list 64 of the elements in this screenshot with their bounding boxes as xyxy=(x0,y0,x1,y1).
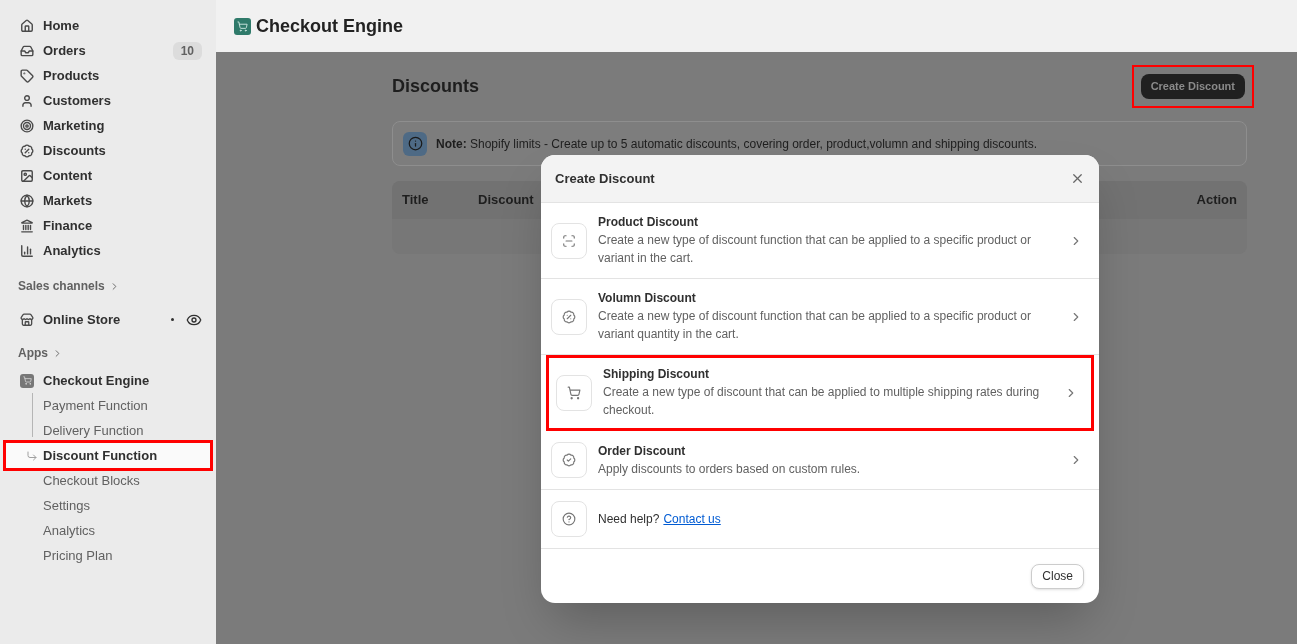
create-discount-button[interactable]: Create Discount xyxy=(1140,73,1245,99)
sidebar-item[interactable]: Marketing xyxy=(8,113,208,138)
option-title: Product Discount xyxy=(598,214,699,231)
sidebar-subitem[interactable]: Delivery Function xyxy=(8,418,208,443)
sidebar-item[interactable]: Products xyxy=(8,63,208,88)
sidebar-subitem[interactable]: Settings xyxy=(8,493,208,518)
column-header: Discount xyxy=(478,191,534,210)
option-title: Volumn Discount xyxy=(598,290,697,307)
percent-badge-icon xyxy=(551,298,587,335)
option-title: Order Discount xyxy=(598,442,687,460)
sidebar-item[interactable]: Checkout Engine xyxy=(8,368,208,393)
section-heading[interactable]: Sales channels xyxy=(8,276,208,296)
help-text: Need help? xyxy=(598,511,660,528)
image-icon xyxy=(20,168,34,183)
contact-link[interactable]: Contact us xyxy=(663,510,721,528)
info-icon xyxy=(403,131,427,156)
section-heading[interactable]: Apps xyxy=(8,343,208,363)
bank-icon xyxy=(20,218,34,233)
percent-badge-icon xyxy=(20,143,34,158)
modal-title: Create Discount xyxy=(555,169,655,188)
target-icon xyxy=(20,118,34,133)
discount-option[interactable]: Product Discount Create a new type of discount function that can be applied to a specific product or variant in the cart. xyxy=(541,203,1099,279)
option-title: Shipping Discount xyxy=(603,366,710,383)
sidebar-subitem[interactable]: Discount Function xyxy=(6,443,210,468)
option-description: Create a new type of discount function that can be applied to a specific product or variant in the cart. xyxy=(598,232,1032,267)
sidebar-item[interactable]: Analytics xyxy=(8,238,208,263)
column-header: Title xyxy=(402,191,430,210)
person-icon xyxy=(20,93,34,108)
discount-option[interactable]: Order Discount Apply discounts to orders based on custom rules. xyxy=(541,431,1099,490)
inbox-icon xyxy=(20,43,34,58)
count-badge: 10 xyxy=(172,41,202,60)
sidebar-subitem[interactable]: Checkout Blocks xyxy=(8,468,208,493)
sidebar-item[interactable]: Discounts xyxy=(8,138,208,163)
sidebar-item[interactable]: Markets xyxy=(8,188,208,213)
sidebar-item[interactable]: Online Store xyxy=(8,307,208,332)
sidebar-subitem[interactable]: Analytics xyxy=(8,518,208,543)
note-text: Note: Shopify limits - Create up to 5 automatic discounts, covering order, product,volumn and shipping discounts. xyxy=(436,135,1037,153)
globe-icon xyxy=(20,193,34,208)
option-description: Apply discounts to orders based on custom rules. xyxy=(598,460,862,478)
cart-icon xyxy=(556,374,592,411)
branch-arrow-icon xyxy=(26,449,38,462)
badge-icon xyxy=(551,442,587,478)
sidebar-item[interactable]: Orders 10 xyxy=(8,38,208,63)
option-description: Create a new type of discount function that can be applied to a specific product or variant quantity in the cart. xyxy=(598,308,1032,343)
sidebar-item[interactable]: Customers xyxy=(8,88,208,113)
sidebar-item[interactable]: Content xyxy=(8,163,208,188)
home-icon xyxy=(20,18,34,33)
sidebar-subitem[interactable]: Pricing Plan xyxy=(8,543,208,568)
sidebar-subitem[interactable]: Payment Function xyxy=(8,393,208,418)
discount-option[interactable]: Shipping Discount Create a new type of discount that can be applied to multiple shipping rates during checkout. xyxy=(546,355,1094,431)
option-description: Create a new type of discount that can be applied to multiple shipping rates during checkout. xyxy=(603,384,1041,419)
app-logo-icon xyxy=(20,373,34,388)
page-title: Discounts xyxy=(392,74,479,98)
store-icon xyxy=(20,312,34,327)
close-button[interactable]: Close xyxy=(1031,563,1084,589)
tag-icon xyxy=(20,68,34,83)
discount-option[interactable]: Volumn Discount Create a new type of discount function that can be applied to a specific product or variant quantity in the cart. xyxy=(541,279,1099,355)
help-icon xyxy=(551,501,587,537)
sidebar-item[interactable]: Finance xyxy=(8,213,208,238)
sidebar-item[interactable]: Home xyxy=(8,13,208,38)
bar-chart-icon xyxy=(20,243,34,258)
app-logo-icon xyxy=(234,17,251,35)
column-header: Action xyxy=(1196,191,1237,210)
app-title: Checkout Engine xyxy=(256,14,403,38)
